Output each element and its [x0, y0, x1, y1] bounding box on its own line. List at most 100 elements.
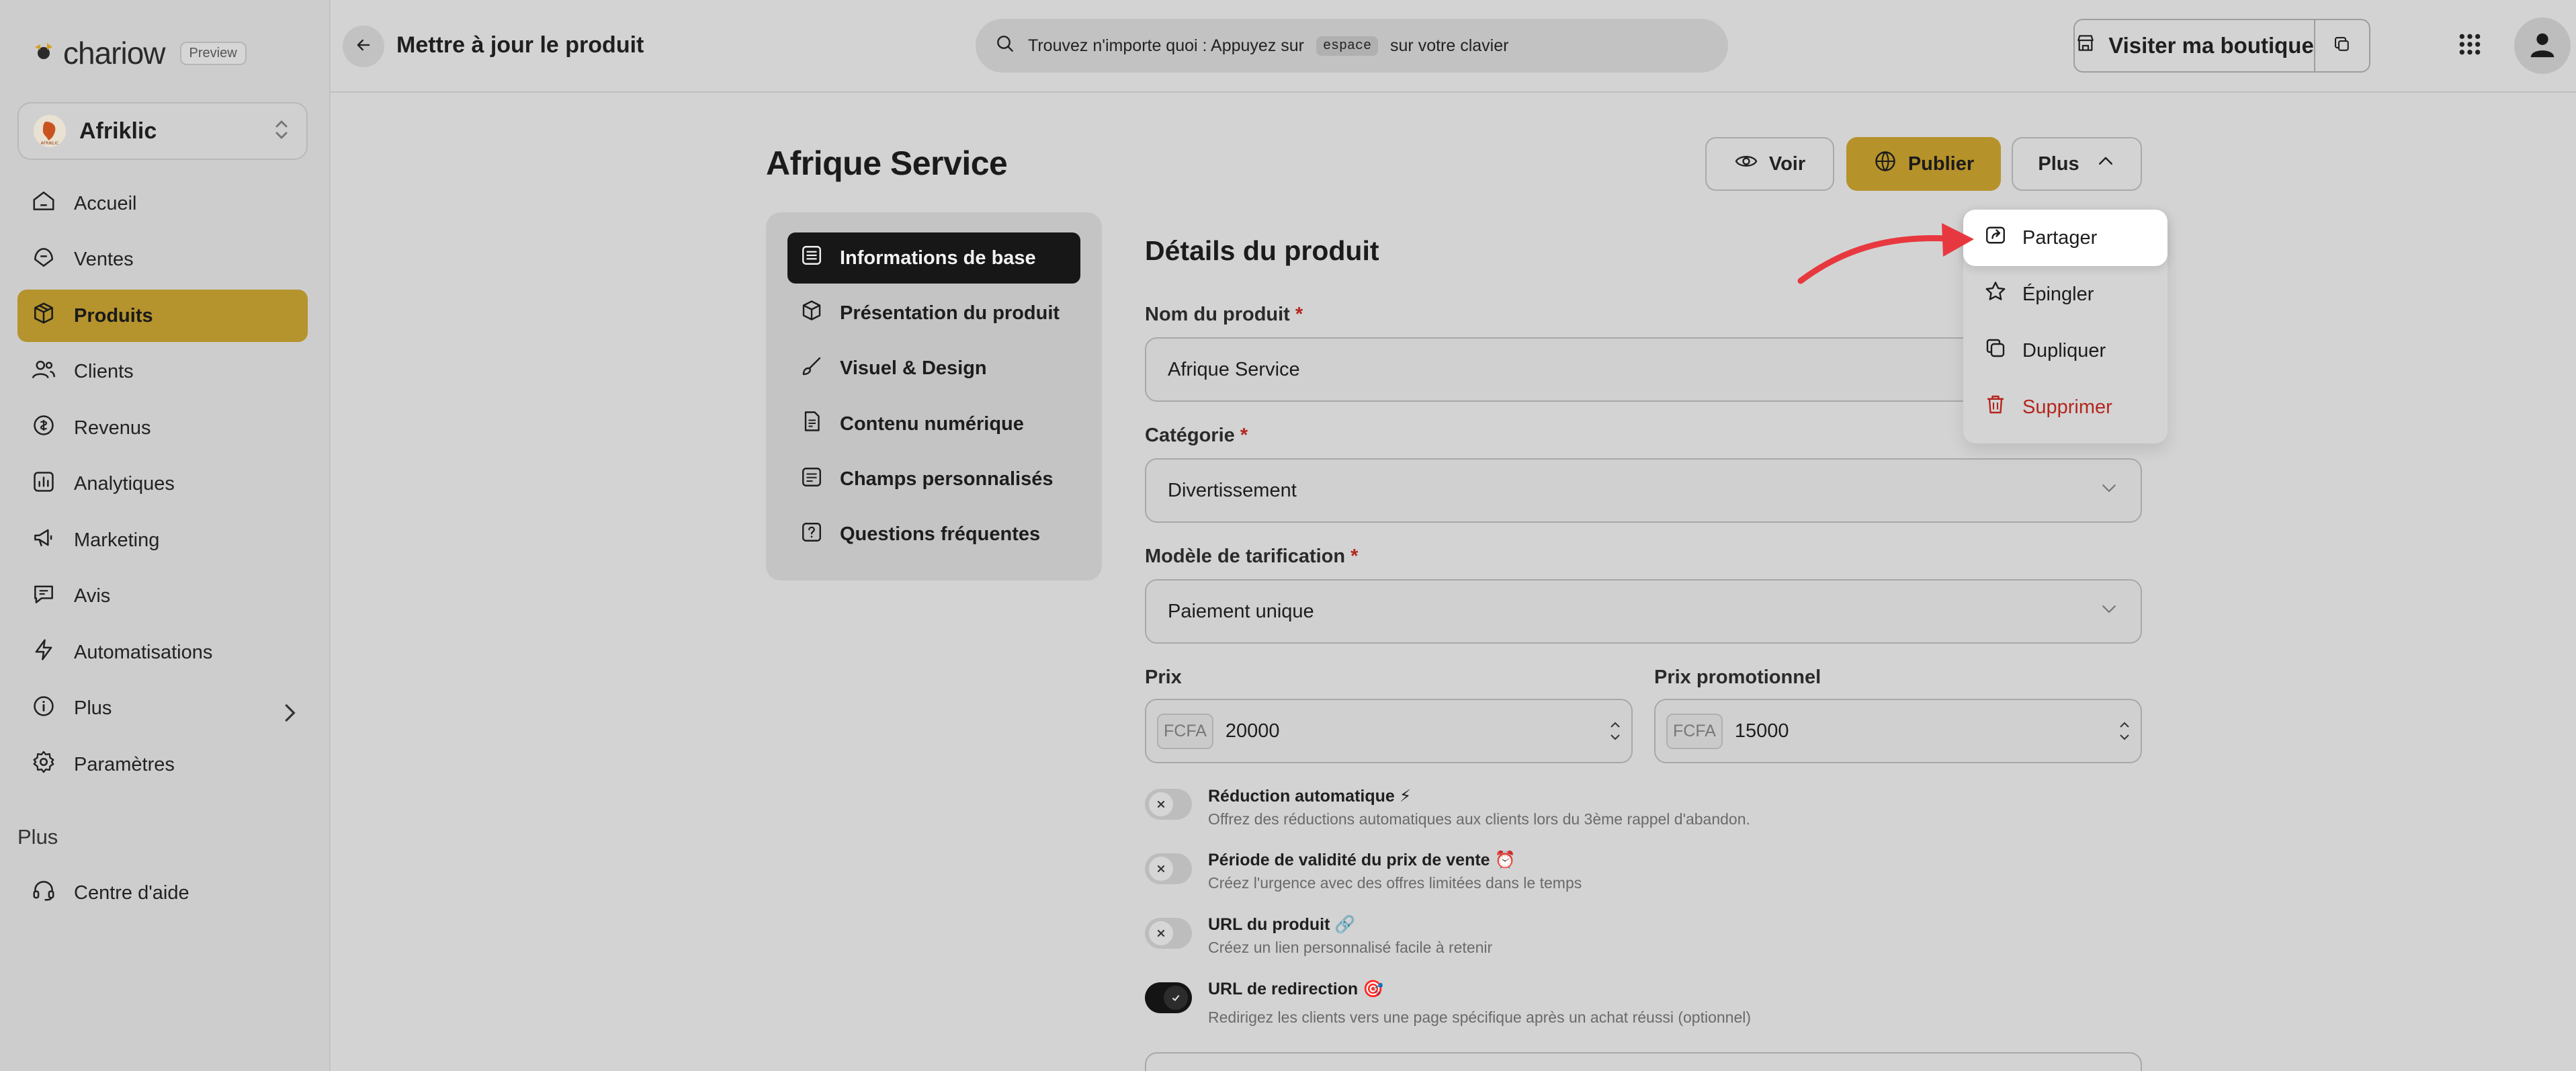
copy-store-link-button[interactable]: [2314, 20, 2369, 71]
tab-label: Champs personnalisés: [840, 468, 1054, 490]
toggle-switch[interactable]: [1145, 853, 1192, 884]
toggle-switch[interactable]: [1145, 918, 1192, 949]
file-icon: [800, 409, 824, 439]
visit-store-label: Visiter ma boutique: [2108, 33, 2314, 58]
tab-informations-de-base[interactable]: Informations de base: [787, 232, 1080, 284]
store-avatar: AFRIKLIC: [34, 115, 66, 147]
sidebar-item-accueil[interactable]: Accueil: [17, 177, 308, 230]
toggle-description: Offrez des réductions automatiques aux c…: [1208, 810, 1750, 828]
chevron-right-icon: [277, 700, 296, 722]
store-icon: [2075, 32, 2096, 59]
tab-label: Informations de base: [840, 247, 1036, 269]
eye-icon: [1734, 149, 1758, 179]
sidebar-item-clients[interactable]: Clients: [17, 346, 308, 398]
search-bar[interactable]: Trouvez n'importe quoi : Appuyez sur esp…: [976, 19, 1728, 73]
gear-icon: [31, 749, 56, 780]
tab-contenu-numerique[interactable]: Contenu numérique: [787, 398, 1080, 449]
chevron-updown-icon: [271, 118, 292, 144]
field-label-text: Catégorie: [1145, 425, 1235, 446]
chevron-up-icon: [1611, 722, 1620, 728]
sales-icon: [31, 245, 56, 275]
brand-name: chariow: [63, 36, 166, 71]
sidebar: chariow Preview AFRIKLIC Afriklic Accuei…: [0, 0, 331, 1071]
search-icon: [994, 33, 1016, 59]
required-mark: *: [1295, 304, 1303, 325]
chevron-up-icon: [2096, 151, 2116, 177]
apps-grid-button[interactable]: [2450, 26, 2490, 66]
search-shortcut-key: espace: [1316, 36, 1379, 56]
price-input[interactable]: FCFA 20000: [1145, 699, 1633, 763]
sidebar-item-plus[interactable]: Plus: [17, 683, 308, 735]
close-icon: [1149, 921, 1173, 945]
sidebar-item-parametres[interactable]: Paramètres: [17, 738, 308, 791]
back-button[interactable]: [343, 26, 384, 67]
sidebar-item-revenus[interactable]: Revenus: [17, 402, 308, 454]
field-label-text: Modèle de tarification: [1145, 546, 1346, 567]
tab-label: Présentation du produit: [840, 302, 1060, 324]
sidebar-item-label: Ventes: [74, 249, 134, 270]
tab-visuel-design[interactable]: Visuel & Design: [787, 343, 1080, 394]
sidebar-item-label: Produits: [74, 304, 153, 327]
close-icon: [1149, 857, 1173, 881]
promo-price-value: 15000: [1734, 720, 1789, 742]
grid-icon: [2456, 31, 2483, 61]
question-icon: [800, 520, 824, 550]
promo-price-stepper[interactable]: [2119, 722, 2130, 740]
brand-logo[interactable]: chariow Preview: [31, 35, 247, 71]
toggle-text: URL de redirection 🎯 Redirigez les clien…: [1208, 980, 1751, 1027]
sidebar-item-ventes[interactable]: Ventes: [17, 234, 308, 286]
box-icon: [800, 298, 824, 328]
toggle-validity-period: Période de validité du prix de vente ⏰ C…: [1145, 851, 1582, 892]
menu-item-partager[interactable]: Partager: [1963, 210, 2167, 266]
toggle-switch[interactable]: [1145, 982, 1192, 1013]
toggle-description: Créez l'urgence avec des offres limitées…: [1208, 874, 1582, 892]
required-mark: *: [1240, 425, 1248, 446]
bolt-icon: [31, 637, 56, 668]
sidebar-item-analytiques[interactable]: Analytiques: [17, 458, 308, 511]
menu-item-epingler[interactable]: Épingler: [1963, 266, 2167, 323]
toggle-text: Période de validité du prix de vente ⏰ C…: [1208, 851, 1582, 892]
headset-icon: [31, 877, 56, 908]
redirect-url-input[interactable]: [1145, 1052, 2142, 1071]
arrow-left-icon: [354, 36, 373, 58]
publish-label: Publier: [1907, 153, 1975, 175]
menu-item-dupliquer[interactable]: Dupliquer: [1963, 323, 2167, 379]
search-hint-prefix: Trouvez n'importe quoi : Appuyez sur: [1028, 36, 1304, 55]
sidebar-item-help[interactable]: Centre d'aide: [17, 867, 308, 919]
pricing-model-select[interactable]: Paiement unique: [1145, 579, 2142, 644]
list-icon: [800, 243, 824, 273]
pricing-model-value: Paiement unique: [1168, 600, 1314, 622]
tab-presentation-du-produit[interactable]: Présentation du produit: [787, 288, 1080, 339]
form-icon: [800, 465, 824, 495]
field-label-text: Nom du produit: [1145, 304, 1290, 325]
more-actions-button[interactable]: Plus: [2012, 137, 2142, 191]
sidebar-item-avis[interactable]: Avis: [17, 570, 308, 623]
user-avatar[interactable]: [2514, 17, 2571, 74]
store-name: Afriklic: [79, 118, 157, 144]
category-select[interactable]: Divertissement: [1145, 458, 2142, 523]
menu-item-label: Dupliquer: [2022, 339, 2106, 361]
menu-item-supprimer[interactable]: Supprimer: [1963, 379, 2167, 435]
chart-icon: [31, 469, 56, 500]
sidebar-section-title: Plus: [17, 825, 58, 849]
tab-label: Visuel & Design: [840, 357, 987, 380]
price-stepper[interactable]: [1610, 722, 1621, 740]
promo-price-input[interactable]: FCFA 15000: [1654, 699, 2142, 763]
view-button[interactable]: Voir: [1705, 137, 1834, 191]
product-name-label: Nom du produit *: [1145, 304, 1303, 326]
publish-button[interactable]: Publier: [1846, 137, 2001, 191]
store-switcher[interactable]: AFRIKLIC Afriklic: [17, 102, 308, 160]
coins-icon: [31, 413, 56, 443]
chevron-down-icon: [1611, 734, 1620, 740]
tab-champs-personnalises[interactable]: Champs personnalisés: [787, 454, 1080, 505]
currency-badge: FCFA: [1157, 713, 1213, 749]
sidebar-item-produits[interactable]: Produits: [17, 290, 308, 342]
brush-icon: [800, 354, 824, 384]
toggle-switch[interactable]: [1145, 789, 1192, 820]
tab-questions-frequentes[interactable]: Questions fréquentes: [787, 509, 1080, 560]
menu-item-label: Partager: [2022, 226, 2098, 249]
sidebar-item-marketing[interactable]: Marketing: [17, 514, 308, 566]
sidebar-item-automatisations[interactable]: Automatisations: [17, 626, 308, 679]
visit-store-button[interactable]: Visiter ma boutique: [2075, 20, 2314, 71]
globe-icon: [1873, 149, 1897, 179]
